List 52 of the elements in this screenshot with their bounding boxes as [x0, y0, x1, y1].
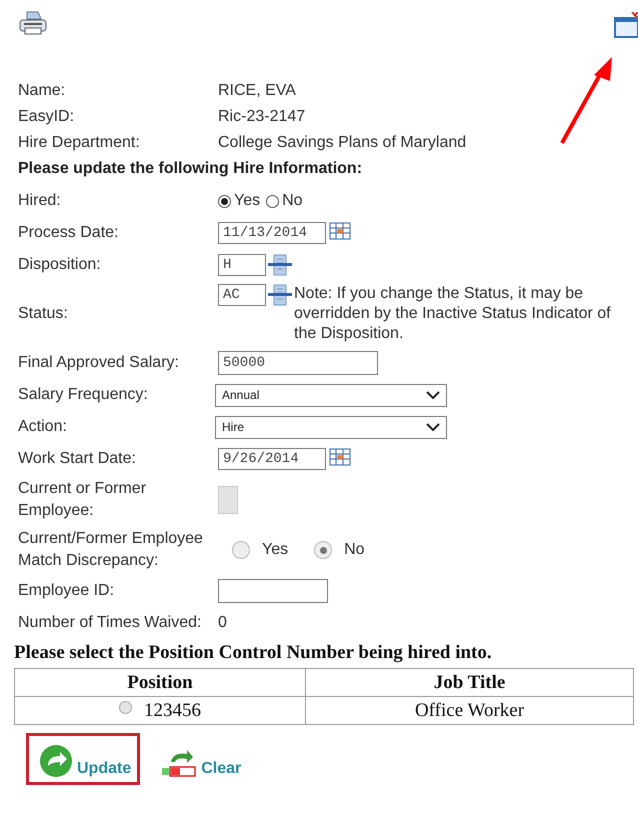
date-field[interactable]: 9/26/2014 — [218, 448, 326, 470]
arrow-circle-icon — [39, 744, 73, 778]
status-note: Note: If you change the Status, it may be overridden by the Inactive Status Indicator of the Disposition. — [294, 284, 612, 344]
field-label: EasyID: — [18, 107, 76, 127]
field-value: RICE, EVA — [218, 82, 296, 100]
field-label: Action: — [18, 417, 68, 437]
column-header: Job Title — [306, 668, 634, 696]
field-label: Work Start Date: — [18, 449, 137, 469]
window-icon[interactable] — [614, 12, 638, 38]
field-label: Name: — [18, 81, 66, 101]
field-value: College Savings Plans of Maryland — [218, 134, 466, 152]
field-label: Current/Former Employee Match Discrepancy: — [18, 529, 204, 571]
date-field[interactable]: 11/13/2014 — [218, 222, 326, 244]
text-field[interactable] — [218, 579, 328, 603]
field-label: Disposition: — [18, 255, 102, 275]
dropdown[interactable]: Hire — [215, 416, 447, 438]
code-field[interactable]: H — [218, 254, 266, 276]
field-label: Employee ID: — [18, 581, 116, 601]
radio-label: Yes — [234, 192, 260, 210]
radio-label: Yes — [262, 541, 288, 559]
table-cell: Office Worker — [306, 696, 634, 724]
radio-label: No — [282, 192, 303, 210]
dropdown[interactable]: Annual — [215, 384, 447, 406]
radio-button[interactable] — [119, 700, 132, 714]
chevron-down-icon — [426, 422, 440, 432]
field-value: Ric-23-2147 — [218, 108, 306, 126]
position-number: 123456 — [144, 700, 201, 720]
lookup-icon[interactable] — [268, 254, 292, 276]
clear-button[interactable]: Clear — [158, 733, 250, 785]
chevron-down-icon — [426, 390, 440, 400]
field-value: 0 — [218, 614, 227, 632]
field-label: Hire Department: — [18, 133, 141, 153]
section-heading: Please select the Position Control Number being hired into. — [14, 642, 493, 664]
calendar-icon[interactable] — [329, 222, 351, 240]
lookup-icon[interactable] — [268, 284, 292, 306]
column-header: Position — [14, 668, 306, 696]
radio-button[interactable] — [218, 194, 231, 208]
calendar-icon[interactable] — [329, 448, 351, 466]
field-label: Process Date: — [18, 223, 120, 243]
field-label: Salary Frequency: — [18, 385, 149, 405]
update-button[interactable]: Update — [26, 733, 140, 785]
section-heading: Please update the following Hire Information: — [18, 160, 364, 178]
eraser-icon — [161, 748, 198, 778]
text-field[interactable]: 50000 — [218, 351, 378, 375]
radio-label: No — [344, 541, 365, 559]
field-label: Status: — [18, 304, 69, 324]
field-label: Current or Former Employee: — [18, 479, 148, 521]
field-label: Number of Times Waived: — [18, 613, 202, 633]
field-label: Hired: — [18, 191, 62, 211]
field-label: Final Approved Salary: — [18, 353, 180, 373]
code-field[interactable]: AC — [218, 284, 266, 306]
radio-button[interactable] — [266, 194, 280, 208]
